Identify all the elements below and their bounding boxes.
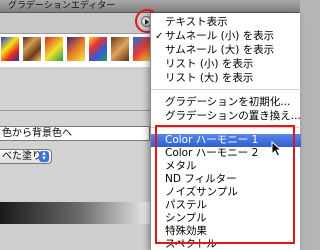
menu-item-small-list[interactable]: リスト (小) を表示 (151, 58, 301, 71)
gradient-swatch[interactable] (88, 36, 108, 62)
gradient-swatch[interactable] (44, 36, 64, 62)
gradient-swatch[interactable] (110, 36, 130, 62)
menu-item-large-list[interactable]: リスト (大) を表示 (151, 72, 301, 85)
menu-item-large-thumbnail[interactable]: サムネール (大) を表示 (151, 44, 301, 57)
menu-separator (151, 89, 301, 90)
select-arrows-icon: ▴ ▾ (39, 150, 49, 162)
gradient-name-field[interactable]: 色から背景色へ (0, 126, 150, 141)
menu-item-text-only[interactable]: テキスト表示 (151, 16, 301, 29)
dialog-title: グラデーションエディター (8, 1, 116, 11)
menu-item-replace-gradients[interactable]: グラデーションの置き換え... (151, 110, 301, 123)
mouse-pointer-icon (271, 141, 283, 157)
menu-item-reset-gradients[interactable]: グラデーションを初期化... (151, 96, 301, 109)
gradient-swatch[interactable] (132, 36, 152, 62)
divider (0, 110, 160, 111)
gradient-swatch[interactable] (66, 36, 86, 62)
menu-item-small-thumbnail[interactable]: ✓ サムネール (小) を表示 (151, 30, 301, 43)
gradient-swatch[interactable] (0, 36, 20, 62)
color-stop-area[interactable] (0, 224, 160, 250)
gradient-swatch[interactable] (22, 36, 42, 62)
gradient-type-select[interactable]: べた塗り ▴ ▾ (0, 149, 52, 164)
gradient-preview-bar[interactable] (0, 202, 160, 224)
gradient-type-value: べた塗り (2, 151, 42, 162)
checkmark-icon: ✓ (155, 31, 164, 42)
